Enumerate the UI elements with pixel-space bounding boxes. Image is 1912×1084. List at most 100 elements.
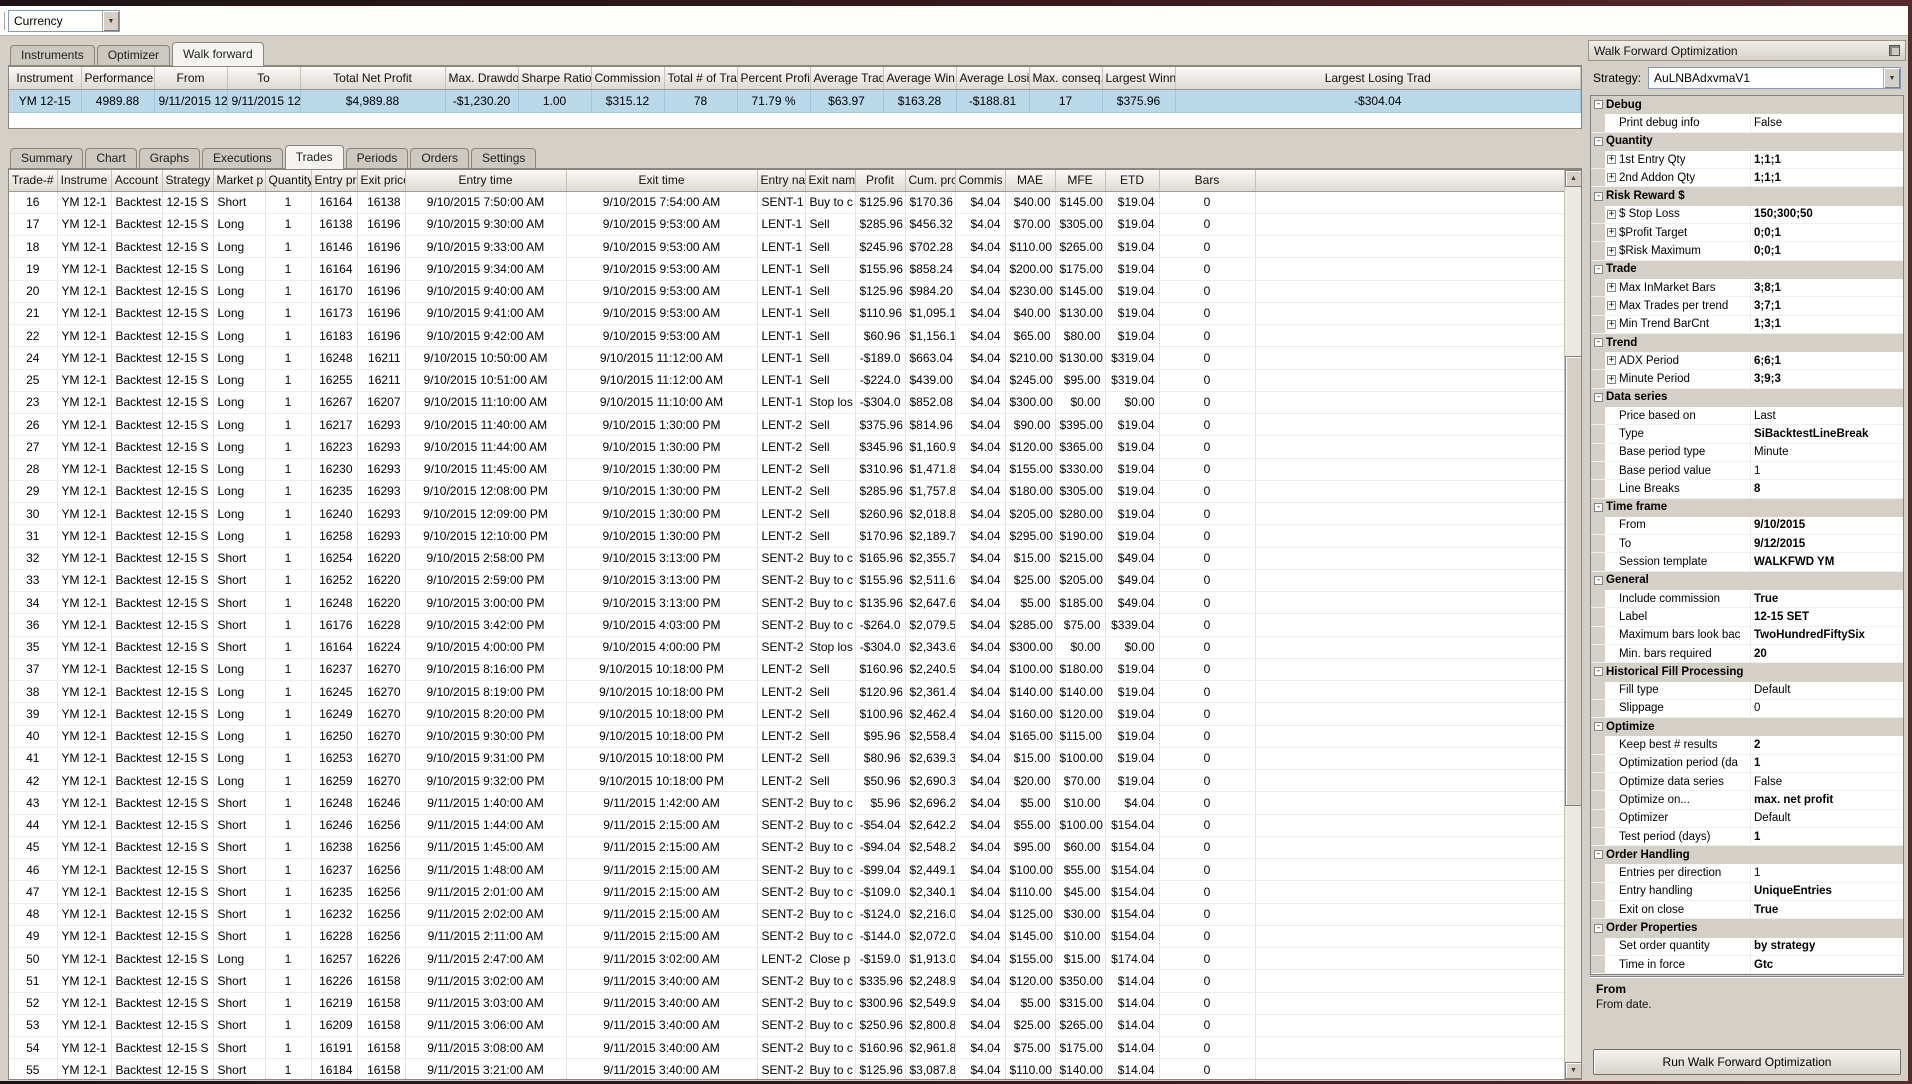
property-row[interactable]: +2nd Addon Qty 1;1;1 — [1591, 169, 1903, 188]
column-header[interactable]: Largest Losing Trad — [1175, 67, 1581, 90]
column-header[interactable]: Average Losi — [956, 67, 1030, 90]
property-row[interactable]: Set order quantity by strategy — [1591, 937, 1903, 956]
property-value[interactable]: 1 — [1751, 867, 1903, 879]
column-header[interactable]: Average Trad — [810, 67, 884, 90]
column-header[interactable]: Exit price — [357, 170, 406, 192]
trade-row[interactable]: 43 YM 12-1 Backtest 12-15 S Short 1 1624… — [9, 791, 1564, 815]
property-row[interactable]: Fill type Default — [1591, 681, 1903, 700]
property-row[interactable]: Type SiBacktestLineBreak — [1591, 425, 1903, 444]
expander-icon[interactable]: - — [1594, 575, 1603, 585]
trade-row[interactable]: 42 YM 12-1 Backtest 12-15 S Long 1 16259… — [9, 769, 1564, 793]
property-row[interactable]: Optimize on... max. net profit — [1591, 791, 1903, 810]
trade-row[interactable]: 48 YM 12-1 Backtest 12-15 S Short 1 1623… — [9, 903, 1564, 926]
property-row[interactable]: Entries per direction 1 — [1591, 864, 1903, 883]
trade-row[interactable]: 19 YM 12-1 Backtest 12-15 S Long 1 16164… — [9, 257, 1564, 281]
expander-icon[interactable]: - — [1594, 264, 1603, 274]
property-value[interactable]: 1;1;1 — [1751, 172, 1903, 184]
property-row[interactable]: - Optimize — [1591, 718, 1903, 737]
property-value[interactable]: 2 — [1751, 739, 1903, 751]
property-value[interactable]: 20 — [1751, 648, 1903, 660]
column-header[interactable]: ETD — [1105, 170, 1160, 192]
property-value[interactable]: Minute — [1751, 446, 1903, 458]
toolbar-grip[interactable] — [2, 12, 5, 30]
property-row[interactable]: Print debug info False — [1591, 114, 1903, 133]
tab[interactable]: Trades — [284, 145, 344, 169]
column-header[interactable]: Profit — [855, 170, 906, 192]
property-row[interactable]: Base period type Minute — [1591, 443, 1903, 462]
trade-row[interactable]: 37 YM 12-1 Backtest 12-15 S Long 1 16237… — [9, 658, 1564, 682]
expander-icon[interactable]: + — [1607, 155, 1616, 165]
expander-icon[interactable]: - — [1594, 722, 1603, 732]
property-row[interactable]: Line Breaks 8 — [1591, 480, 1903, 499]
trade-row[interactable]: 22 YM 12-1 Backtest 12-15 S Long 1 16183… — [9, 324, 1564, 348]
trade-row[interactable]: 17 YM 12-1 Backtest 12-15 S Long 1 16138… — [9, 213, 1564, 237]
property-row[interactable]: - Order Handling — [1591, 846, 1903, 865]
trade-row[interactable]: 35 YM 12-1 Backtest 12-15 S Short 1 1616… — [9, 636, 1564, 659]
column-header[interactable]: Cum. pro — [905, 170, 956, 192]
property-value[interactable]: 1;1;1 — [1751, 154, 1903, 166]
trade-row[interactable]: 49 YM 12-1 Backtest 12-15 S Short 1 1622… — [9, 925, 1564, 949]
trade-row[interactable]: 23 YM 12-1 Backtest 12-15 S Long 1 16267… — [9, 391, 1564, 415]
tab[interactable]: Graphs — [138, 148, 201, 168]
property-row[interactable]: Slippage 0 — [1591, 699, 1903, 719]
scroll-down-icon[interactable]: ▼ — [1565, 1062, 1581, 1079]
property-value[interactable]: Last — [1751, 410, 1903, 422]
trade-row[interactable]: 50 YM 12-1 Backtest 12-15 S Long 1 16257… — [9, 947, 1564, 971]
property-value[interactable]: max. net profit — [1751, 794, 1903, 806]
property-value[interactable]: Default — [1751, 684, 1903, 696]
column-header[interactable]: Instrume — [57, 170, 112, 192]
expander-icon[interactable]: - — [1594, 136, 1603, 146]
chevron-down-icon[interactable]: ▼ — [102, 11, 119, 31]
expander-icon[interactable]: - — [1594, 338, 1603, 347]
trade-row[interactable]: 27 YM 12-1 Backtest 12-15 S Long 1 16223… — [9, 435, 1564, 459]
property-row[interactable]: - Historical Fill Processing — [1591, 663, 1903, 682]
property-row[interactable]: Maximum bars look bac TwoHundredFiftySix — [1591, 626, 1903, 645]
property-row[interactable]: Session template WALKFWD YM — [1591, 553, 1903, 572]
tab[interactable]: Walk forward — [172, 42, 264, 66]
property-value[interactable]: 3;8;1 — [1751, 282, 1903, 294]
property-row[interactable]: Test period (days) 1 — [1591, 827, 1903, 847]
property-row[interactable]: - Data series — [1591, 388, 1903, 408]
property-row[interactable]: Entry handling UniqueEntries — [1591, 882, 1903, 902]
property-value[interactable]: Gtc — [1751, 959, 1903, 971]
column-header[interactable]: MFE — [1055, 170, 1106, 192]
property-value[interactable]: True — [1751, 904, 1903, 916]
property-value[interactable]: 3;9;3 — [1751, 373, 1903, 385]
property-row[interactable]: - Risk Reward $ — [1591, 187, 1903, 206]
trade-row[interactable]: 28 YM 12-1 Backtest 12-15 S Long 1 16230… — [9, 458, 1564, 481]
property-row[interactable]: Label 12-15 SET — [1591, 608, 1903, 627]
pin-icon[interactable] — [1889, 45, 1900, 56]
expander-icon[interactable]: + — [1607, 374, 1616, 384]
trade-row[interactable]: 34 YM 12-1 Backtest 12-15 S Short 1 1624… — [9, 591, 1564, 615]
column-header[interactable]: Trade-# — [9, 170, 58, 192]
property-value[interactable]: WALKFWD YM — [1751, 556, 1903, 568]
property-value[interactable]: 150;300;50 — [1751, 208, 1903, 220]
tab[interactable]: Chart — [85, 148, 137, 168]
property-row[interactable]: - Time frame — [1591, 498, 1903, 517]
property-row[interactable]: + Max Trades per trend 3;7;1 — [1591, 297, 1903, 316]
expander-icon[interactable]: + — [1607, 228, 1616, 238]
property-value[interactable]: 1 — [1751, 465, 1903, 477]
property-value[interactable]: 1 — [1751, 757, 1903, 769]
property-row[interactable]: Time in force Gtc — [1591, 955, 1903, 974]
property-row[interactable]: From 9/10/2015 — [1591, 516, 1903, 536]
trade-row[interactable]: 16 YM 12-1 Backtest 12-15 S Short 1 1616… — [9, 191, 1564, 214]
property-row[interactable]: + ADX Period 6;6;1 — [1591, 352, 1903, 371]
trade-row[interactable]: 36 YM 12-1 Backtest 12-15 S Short 1 1617… — [9, 613, 1564, 637]
trade-row[interactable]: 38 YM 12-1 Backtest 12-15 S Long 1 16245… — [9, 680, 1564, 704]
property-row[interactable]: Include commission True — [1591, 590, 1903, 609]
property-value[interactable]: 6;6;1 — [1751, 355, 1903, 367]
column-header[interactable]: Entry pri — [311, 170, 358, 192]
column-header[interactable]: Percent Profit — [737, 67, 811, 90]
column-header[interactable]: Total # of Tra — [664, 67, 738, 90]
tab[interactable]: Executions — [202, 148, 283, 168]
property-value[interactable]: 1 — [1751, 831, 1903, 843]
property-value[interactable]: 12-15 SET — [1751, 611, 1903, 623]
property-value[interactable]: 9/12/2015 — [1751, 538, 1903, 550]
trade-row[interactable]: 18 YM 12-1 Backtest 12-15 S Long 1 16146… — [9, 235, 1564, 259]
column-header[interactable]: To — [227, 67, 301, 90]
tab[interactable]: Instruments — [10, 45, 95, 65]
column-header[interactable]: Account — [111, 170, 163, 192]
expander-icon[interactable]: - — [1594, 850, 1603, 860]
tab[interactable]: Settings — [471, 148, 537, 168]
